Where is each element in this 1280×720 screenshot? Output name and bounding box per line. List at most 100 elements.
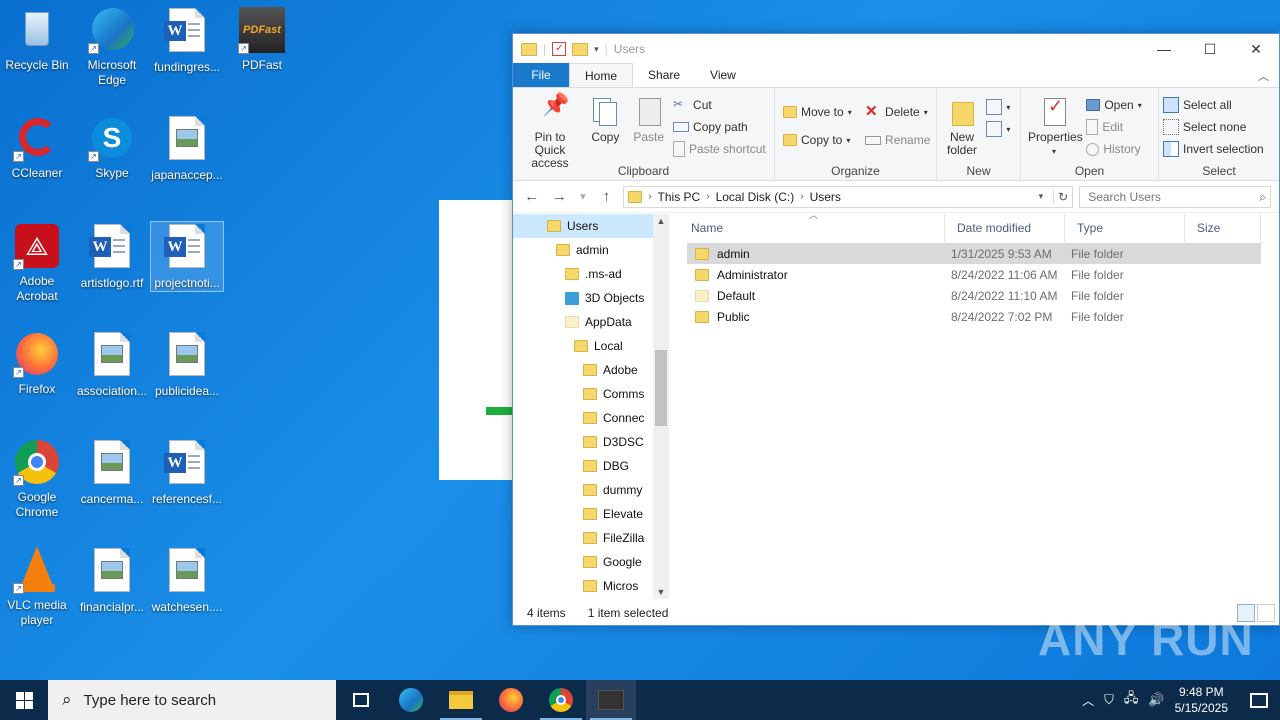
tab-share[interactable]: Share	[633, 63, 695, 87]
up-button[interactable]: ↑	[596, 188, 618, 205]
desktop-icon-microsoft-edge[interactable]: ↗ Microsoft Edge	[76, 6, 148, 88]
maximize-button[interactable]: ☐	[1187, 34, 1233, 64]
scroll-thumb[interactable]	[655, 350, 667, 426]
title-bar[interactable]: | ✓ ▾ | Users — ☐ ✕	[513, 34, 1279, 64]
nav-tree-item[interactable]: Elevate	[513, 502, 669, 526]
properties-button[interactable]: ✓ Properties ▾	[1025, 92, 1083, 158]
taskbar-firefox-button[interactable]	[486, 680, 536, 720]
breadcrumb-local-disk[interactable]: Local Disk (C:)	[716, 190, 795, 204]
chevron-up-icon[interactable]: ︿	[1082, 692, 1094, 709]
nav-tree-item[interactable]: Comms	[513, 382, 669, 406]
desktop-icon-fundingres[interactable]: Wfundingres...	[151, 6, 223, 75]
taskbar-file-explorer-button[interactable]	[436, 680, 486, 720]
desktop-icon-vlc-media-player[interactable]: ↗ VLC media player	[1, 546, 73, 628]
paste-button[interactable]: Paste	[628, 92, 670, 144]
breadcrumb-this-pc[interactable]: This PC	[658, 190, 701, 204]
nav-tree-item[interactable]: D3DSC	[513, 430, 669, 454]
scroll-down-icon[interactable]: ▼	[653, 587, 669, 597]
select-none-button[interactable]: Select none	[1163, 116, 1275, 138]
nav-tree-item[interactable]: DBG	[513, 454, 669, 478]
cut-button[interactable]: ✂ Cut	[673, 94, 766, 116]
scroll-up-icon[interactable]: ▲	[653, 216, 669, 226]
large-icons-view-icon[interactable]	[1257, 604, 1275, 622]
file-row[interactable]: Administrator 8/24/2022 11:06 AM File fold…	[687, 264, 1261, 285]
nav-tree-item[interactable]: 3D Objects	[513, 286, 669, 310]
search-input[interactable]: Search Users ⌕	[1079, 185, 1271, 208]
new-folder-button[interactable]: New folder	[941, 92, 983, 157]
desktop-icon-ccleaner[interactable]: ↗ CCleaner	[1, 114, 73, 181]
start-button[interactable]	[0, 680, 48, 720]
nav-tree-item[interactable]: FileZilla	[513, 526, 669, 550]
file-row[interactable]: Public 8/24/2022 7:02 PM File folder	[687, 306, 1261, 327]
nav-tree-item[interactable]: Adobe	[513, 358, 669, 382]
nav-tree-item[interactable]: Local	[513, 334, 669, 358]
pin-quick-access-button[interactable]: 📌 Pin to Quick access	[517, 92, 583, 170]
desktop-icon-association[interactable]: association...	[76, 330, 148, 399]
desktop-icon-japanaccep[interactable]: japanaccep...	[151, 114, 223, 183]
notifications-icon[interactable]	[1250, 692, 1268, 708]
new-item-button[interactable]: ▾	[986, 96, 1010, 118]
address-box[interactable]: › This PC › Local Disk (C:) › Users ▾ ↻	[623, 185, 1074, 208]
paste-shortcut-button[interactable]: Paste shortcut	[673, 138, 766, 160]
taskbar-pdfast-button[interactable]	[586, 680, 636, 720]
desktop-icon-financialpr[interactable]: financialpr...	[76, 546, 148, 615]
nav-tree-item[interactable]: AppData	[513, 310, 669, 334]
security-icon[interactable]: ⛉	[1104, 692, 1114, 708]
desktop-icon-artistlogo[interactable]: Wartistlogo.rtf	[76, 222, 148, 291]
desktop-icon-pdfast[interactable]: PDFast ↗ PDFast	[226, 6, 298, 73]
properties-quick-icon[interactable]: ✓	[552, 42, 567, 56]
nav-tree-item[interactable]: Connec	[513, 406, 669, 430]
nav-scrollbar[interactable]: ▲ ▼	[653, 214, 669, 599]
taskbar-chrome-button[interactable]	[536, 680, 586, 720]
desktop-icon-firefox[interactable]: ↗ Firefox	[1, 330, 73, 397]
column-date-modified[interactable]: Date modified	[945, 214, 1065, 242]
file-explorer-window[interactable]: | ✓ ▾ | Users — ☐ ✕ File Home Share View…	[512, 33, 1280, 626]
forward-button[interactable]: →	[549, 188, 571, 205]
refresh-icon[interactable]: ↻	[1053, 189, 1072, 204]
rename-button[interactable]: Rename	[865, 126, 930, 154]
nav-tree-item[interactable]: Google	[513, 550, 669, 574]
tab-home[interactable]: Home	[569, 63, 634, 87]
breadcrumb-separator[interactable]: ›	[800, 191, 803, 202]
desktop-icon-adobe-acrobat[interactable]: ⟁ ↗ Adobe Acrobat	[1, 222, 73, 304]
desktop-icon-recycle-bin[interactable]: Recycle Bin	[1, 6, 73, 73]
breadcrumb-users[interactable]: Users	[810, 190, 841, 204]
desktop-icon-watchesen[interactable]: watchesen....	[151, 546, 223, 615]
file-row[interactable]: admin 1/31/2025 9:53 AM File folder	[687, 243, 1261, 264]
delete-button[interactable]: ✕ Delete ▾	[865, 98, 930, 126]
copy-path-button[interactable]: Copy path	[673, 116, 766, 138]
back-button[interactable]: ←	[521, 188, 543, 205]
desktop-icon-referencesf[interactable]: Wreferencesf...	[151, 438, 223, 507]
column-size[interactable]: Size	[1185, 214, 1261, 242]
easy-access-button[interactable]: ▾	[986, 118, 1010, 140]
move-to-button[interactable]: Move to ▾	[783, 98, 852, 126]
breadcrumb-separator[interactable]: ›	[706, 191, 709, 202]
address-dropdown-icon[interactable]: ▾	[1039, 191, 1044, 202]
desktop-icon-publicidea[interactable]: publicidea...	[151, 330, 223, 399]
copy-button[interactable]: Copy	[586, 92, 624, 144]
desktop-icon-projectnoti[interactable]: Wprojectnoti...	[150, 221, 224, 292]
task-view-button[interactable]	[336, 680, 386, 720]
file-row[interactable]: Default 8/24/2022 11:10 AM File folder	[687, 285, 1261, 306]
copy-to-button[interactable]: Copy to ▾	[783, 126, 852, 154]
close-button[interactable]: ✕	[1233, 34, 1279, 64]
minimize-button[interactable]: —	[1141, 34, 1187, 64]
background-window[interactable]	[439, 200, 519, 480]
history-button[interactable]: History	[1086, 138, 1141, 160]
invert-selection-button[interactable]: Invert selection	[1163, 138, 1275, 160]
nav-tree-item[interactable]: dummy	[513, 478, 669, 502]
clock[interactable]: 9:48 PM 5/15/2025	[1175, 684, 1228, 716]
customize-quick-access-icon[interactable]: ▾	[594, 44, 599, 55]
collapse-ribbon-icon[interactable]: ︿	[1258, 68, 1269, 84]
nav-tree-item[interactable]: Users	[513, 214, 669, 238]
desktop-icon-cancerma[interactable]: cancerma...	[76, 438, 148, 507]
tab-file[interactable]: File	[513, 63, 569, 87]
desktop-icon-skype[interactable]: S ↗ Skype	[76, 114, 148, 181]
taskbar-edge-button[interactable]	[386, 680, 436, 720]
column-type[interactable]: Type	[1065, 214, 1185, 242]
nav-tree-item[interactable]: .ms-ad	[513, 262, 669, 286]
taskbar-search-box[interactable]: ⌕ Type here to search	[48, 680, 336, 720]
select-all-button[interactable]: Select all	[1163, 94, 1275, 116]
volume-icon[interactable]: 🔊	[1148, 692, 1164, 708]
open-button[interactable]: Open ▾	[1086, 94, 1142, 116]
